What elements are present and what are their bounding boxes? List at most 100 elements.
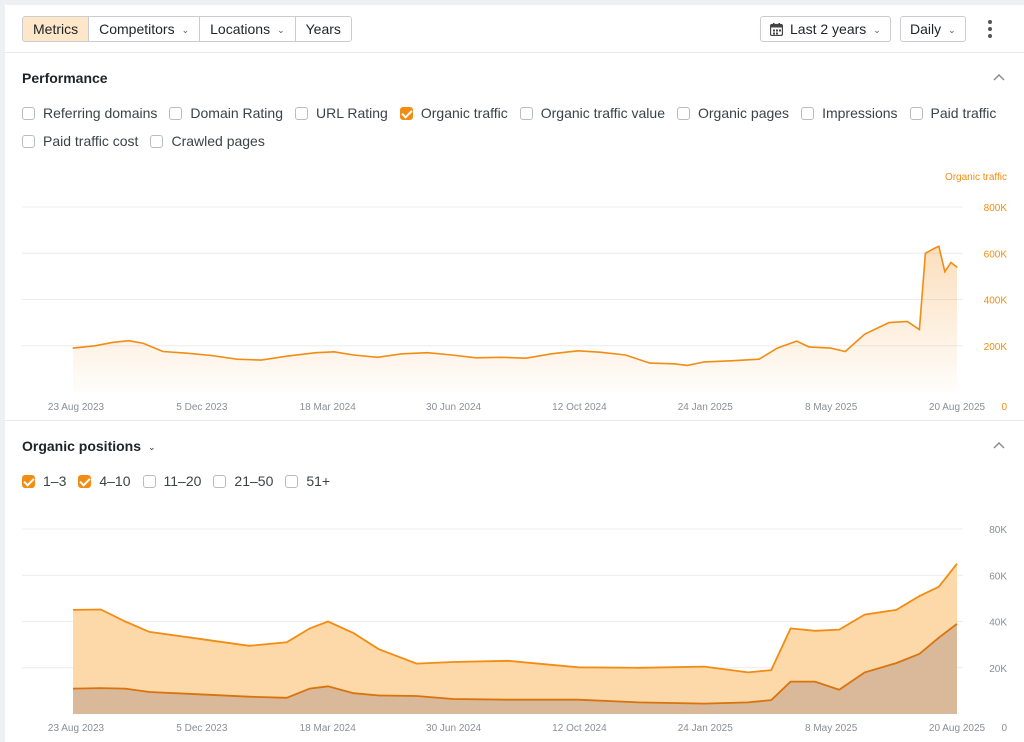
x-tick-label: 12 Oct 2024 (552, 723, 607, 734)
x-tick-label: 5 Dec 2023 (176, 402, 228, 413)
checkbox-unchecked[interactable] (142, 474, 156, 488)
y-tick-label: 40K (989, 618, 1007, 629)
series-area (73, 246, 957, 392)
data-point (864, 333, 866, 335)
data-point (686, 364, 689, 367)
chevron-up-icon[interactable] (992, 73, 1006, 83)
checkbox-label: Organic traffic (420, 105, 508, 121)
chevron-down-icon: ⌄ (181, 25, 190, 35)
checkbox-label: 51+ (306, 473, 331, 489)
checkbox-unchecked[interactable] (213, 474, 227, 488)
checkbox-label: 21–50 (234, 473, 274, 489)
metric-checkbox-crawled-pages[interactable]: Crawled pages (150, 133, 265, 149)
y-axis-label: Organic traffic (945, 172, 1007, 183)
data-point (260, 359, 262, 361)
position-range-checkbox-4[interactable]: 51+ (285, 473, 330, 489)
checkbox-label: Referring domains (43, 105, 158, 121)
data-point (796, 340, 798, 342)
data-point (525, 357, 527, 359)
metric-checkbox-url-rating[interactable]: URL Rating (295, 105, 388, 121)
data-point (944, 271, 946, 273)
checkbox-label: 1–3 (43, 473, 67, 489)
tab-metrics[interactable]: Metrics (23, 17, 89, 41)
organic-positions-title[interactable]: Organic positions ⌄ (22, 438, 156, 454)
position-range-checkbox-1[interactable]: 4–10 (78, 473, 131, 489)
y-tick-label: 80K (989, 525, 1007, 536)
checkbox-unchecked[interactable] (909, 106, 923, 120)
calendar-icon (769, 19, 784, 43)
section-divider (5, 420, 1024, 421)
interval-label: Daily (910, 21, 942, 37)
data-point (577, 350, 579, 352)
x-tick-label: 20 Aug 2025 (929, 402, 986, 413)
checkbox-label: Paid traffic (930, 105, 997, 121)
data-point (956, 266, 958, 268)
view-switcher: Metrics Competitors ⌄ Locations ⌄ Years (22, 16, 352, 42)
checkbox-unchecked[interactable] (22, 106, 35, 120)
metric-checkbox-domain-rating[interactable]: Domain Rating (169, 105, 283, 121)
data-point (128, 340, 130, 342)
data-point (333, 351, 335, 353)
checkbox-checked[interactable] (78, 474, 92, 488)
x-tick-label: 18 Mar 2024 (300, 402, 357, 413)
data-point (599, 351, 601, 353)
checkbox-checked[interactable] (399, 106, 413, 120)
metric-checkbox-paid-traffic[interactable]: Paid traffic (909, 105, 997, 121)
checkbox-unchecked[interactable] (295, 106, 308, 120)
y-tick-label: 20K (989, 664, 1007, 675)
checkbox-unchecked[interactable] (169, 106, 183, 120)
date-range-select[interactable]: Last 2 years ⌄ (760, 16, 891, 42)
checkbox-label: Crawled pages (171, 133, 265, 149)
data-point (624, 354, 627, 356)
metric-checkbox-organic-pages[interactable]: Organic pages (677, 105, 789, 121)
metric-checkbox-organic-traffic-value[interactable]: Organic traffic value (519, 105, 665, 121)
tab-label: Competitors (99, 21, 175, 37)
data-point (286, 355, 288, 357)
x-tick-label: 8 May 2025 (805, 723, 858, 734)
site-explorer-panel: Metrics Competitors ⌄ Locations ⌄ Years Last … (5, 5, 1024, 742)
series-line (72, 245, 958, 367)
data-point (186, 352, 188, 354)
tab-competitors[interactable]: Competitors ⌄ (88, 17, 200, 41)
y-tick-label: 0 (1001, 723, 1007, 734)
data-point (315, 352, 317, 354)
metric-checkbox-referring-domains[interactable]: Referring domains (22, 105, 157, 121)
position-range-checkbox-0[interactable]: 1–3 (22, 473, 66, 489)
tab-locations[interactable]: Locations ⌄ (199, 17, 295, 41)
organic-traffic-chart: 0 200K 400K 600K 800K 23 Aug 2023 5 Dec 2023 18… (22, 172, 1008, 413)
chevron-down-icon: ⌄ (948, 25, 956, 35)
data-point (924, 252, 927, 254)
checkbox-unchecked[interactable] (22, 134, 35, 148)
data-point (377, 356, 379, 358)
metric-checkbox-organic-traffic[interactable]: Organic traffic (399, 105, 508, 121)
checkbox-checked[interactable] (22, 474, 35, 488)
checkbox-label: 4–10 (99, 473, 131, 489)
metric-checkbox-paid-traffic-cost[interactable]: Paid traffic cost (22, 133, 138, 149)
position-range-checkbox-2[interactable]: 11–20 (142, 473, 201, 489)
more-vertical-icon[interactable] (984, 18, 996, 40)
organic-positions-chart: 0 20K 40K 60K 80K 23 Aug 2023 5 Dec 2023 18 Mar… (22, 525, 1007, 734)
checkbox-unchecked[interactable] (677, 106, 690, 120)
chevron-up-icon[interactable] (992, 441, 1006, 451)
data-point (451, 354, 453, 356)
checkbox-unchecked[interactable] (801, 106, 815, 120)
position-range-checkbox-row: 1–3 4–10 11–20 21–50 51+ (22, 473, 342, 489)
data-point (550, 353, 553, 355)
interval-select[interactable]: Daily ⌄ (900, 16, 966, 42)
checkbox-unchecked[interactable] (285, 474, 299, 488)
data-point (236, 358, 238, 360)
chevron-down-icon: ⌄ (148, 442, 156, 452)
checkbox-unchecked[interactable] (150, 134, 164, 148)
position-range-checkbox-3[interactable]: 21–50 (213, 473, 273, 489)
checkbox-unchecked[interactable] (519, 106, 533, 120)
y-tick-label: 400K (984, 296, 1008, 307)
y-tick-label: 600K (984, 249, 1008, 260)
checkbox-label: Organic pages (698, 105, 790, 121)
organic-positions-label: Organic positions (22, 438, 142, 454)
data-point (703, 361, 706, 363)
x-tick-label: 24 Jan 2025 (678, 402, 733, 413)
data-point (758, 358, 760, 360)
tab-years[interactable]: Years (294, 17, 351, 41)
data-point (730, 360, 732, 362)
metric-checkbox-impressions[interactable]: Impressions (801, 105, 898, 121)
